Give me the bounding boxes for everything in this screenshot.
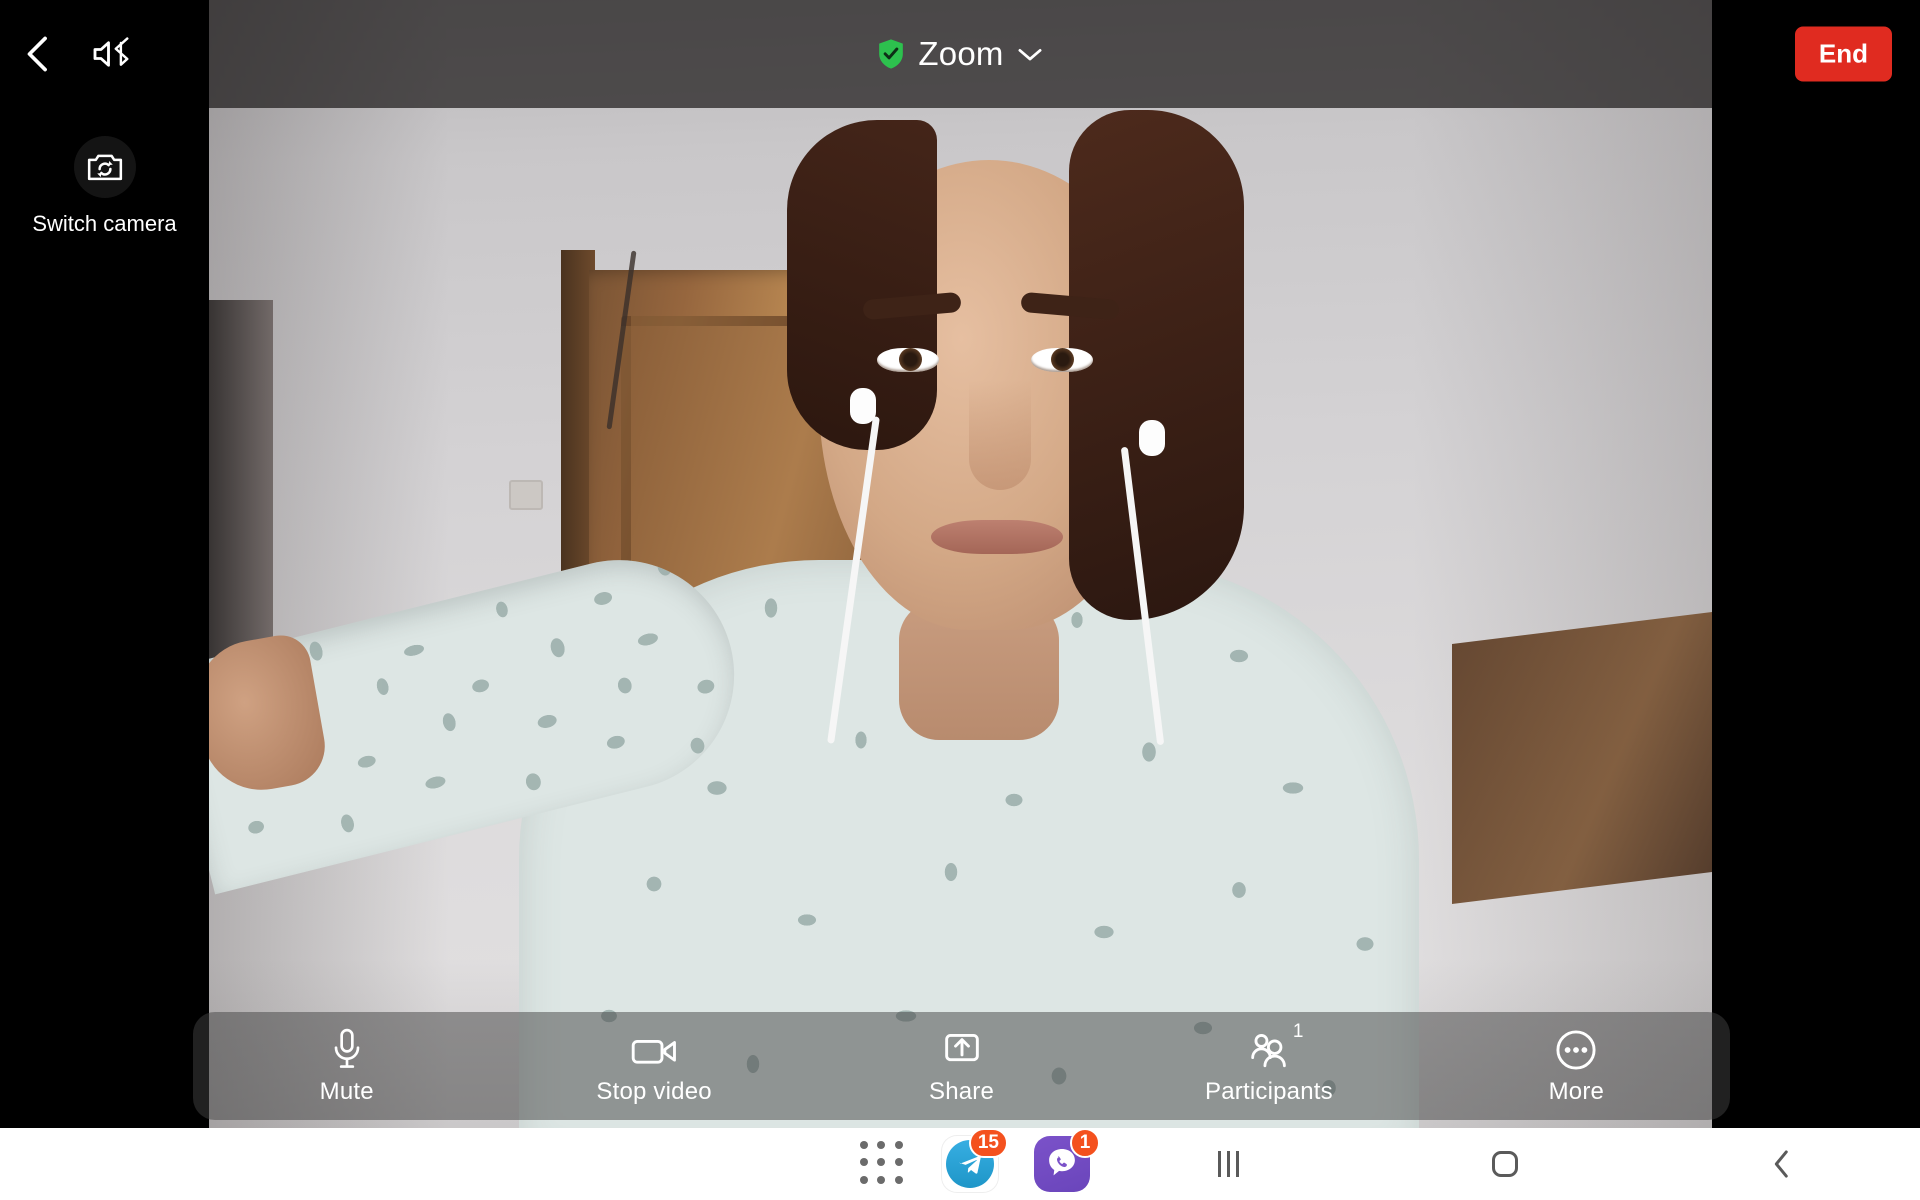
participants-label: Participants: [1205, 1077, 1333, 1105]
share-label: Share: [928, 1077, 995, 1105]
top-left-controls: [0, 0, 209, 108]
recents-button[interactable]: [1168, 1128, 1288, 1200]
left-control-rail: Switch camera: [0, 108, 209, 1128]
nose: [969, 380, 1031, 490]
recents-icon: [1217, 1151, 1239, 1177]
switch-camera-label: Switch camera: [32, 211, 177, 236]
back-chevron-icon[interactable]: [0, 0, 76, 108]
earbud-right: [1139, 420, 1165, 456]
participant-self-view: [209, 0, 1712, 1128]
screen-root: Switch camera Zoom End Mute Stop video S…: [0, 0, 1920, 1200]
mute-button[interactable]: Mute: [193, 1027, 500, 1106]
speaker-bluetooth-icon[interactable]: [76, 0, 150, 108]
home-button[interactable]: [1445, 1128, 1565, 1200]
telegram-app-shortcut[interactable]: 15: [942, 1128, 1008, 1192]
microphone-icon: [329, 1027, 365, 1071]
video-camera-icon: [630, 1027, 678, 1071]
telegram-badge: 15: [968, 1128, 1008, 1158]
more-dots-icon: [1555, 1027, 1597, 1071]
meeting-title-text: Zoom: [918, 35, 1004, 72]
participants-count-badge: 1: [1292, 1020, 1304, 1042]
android-nav-bar: 15 1: [0, 1128, 1920, 1200]
share-button[interactable]: Share: [808, 1027, 1115, 1106]
participants-icon: 1: [1247, 1021, 1304, 1071]
top-bar: Zoom End: [0, 0, 1920, 108]
meeting-control-bar: Mute Stop video Share 1 Participants Mor…: [193, 1012, 1730, 1120]
nav-bar-buttons: [1090, 1128, 1920, 1200]
switch-camera-button[interactable]: Switch camera: [0, 136, 209, 237]
nav-bar-left-cluster: 15 1: [0, 1128, 1100, 1192]
apps-grid-icon[interactable]: [860, 1141, 906, 1187]
back-chevron-icon: [1774, 1150, 1788, 1178]
shield-check-icon: [879, 39, 904, 69]
share-upload-icon: [942, 1027, 982, 1071]
participants-button[interactable]: 1 Participants: [1115, 1021, 1422, 1106]
more-button[interactable]: More: [1423, 1027, 1730, 1106]
more-label: More: [1548, 1077, 1605, 1105]
stop-video-label: Stop video: [596, 1077, 712, 1105]
meeting-title-button[interactable]: Zoom: [877, 35, 1042, 73]
switch-camera-icon: [73, 136, 136, 198]
system-back-button[interactable]: [1722, 1128, 1842, 1200]
viber-app-shortcut[interactable]: 1: [1034, 1128, 1100, 1192]
video-stage[interactable]: [209, 0, 1712, 1128]
zoom-app-region: Switch camera Zoom End Mute Stop video S…: [0, 0, 1920, 1128]
end-call-button[interactable]: End: [1794, 26, 1892, 82]
pupil-left: [899, 348, 922, 371]
chevron-down-icon: [1018, 49, 1042, 61]
mute-label: Mute: [319, 1077, 374, 1105]
stop-video-button[interactable]: Stop video: [500, 1027, 807, 1106]
earbud-left: [850, 388, 876, 424]
mouth: [931, 520, 1063, 554]
home-icon: [1491, 1151, 1518, 1177]
hair-strand-right: [1069, 110, 1244, 620]
pupil-right: [1051, 348, 1074, 371]
